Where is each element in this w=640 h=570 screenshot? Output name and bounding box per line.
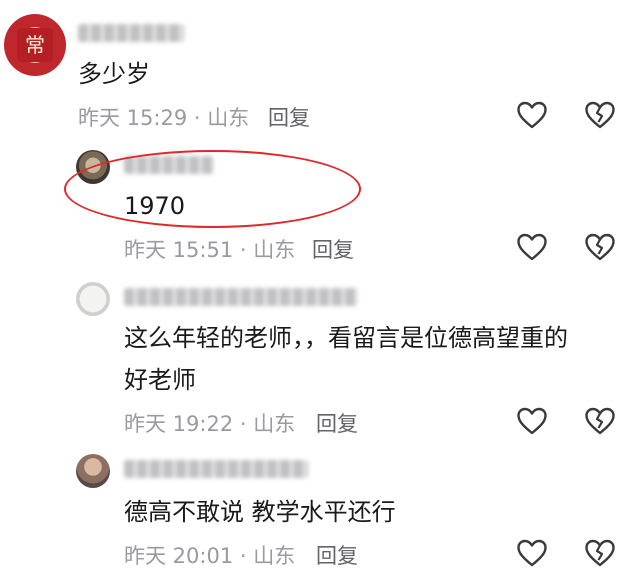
- avatar-logo: 常: [17, 28, 53, 62]
- comment-text-continued: 好老师: [124, 366, 196, 394]
- reply-button[interactable]: 回复: [268, 102, 310, 132]
- comment-meta: 昨天 15:29 · 山东: [78, 106, 250, 130]
- comment-text: 这么年轻的老师，，看留言是位德高望重的: [124, 324, 568, 352]
- avatar[interactable]: 常: [4, 14, 66, 76]
- comment-text: 德高不敢说 教学水平还行: [124, 498, 396, 526]
- username-blurred[interactable]: [78, 24, 184, 42]
- comment-meta: 昨天 15:51 · 山东: [124, 238, 296, 262]
- comment-meta: 昨天 19:22 · 山东: [124, 412, 296, 436]
- heart-icon[interactable]: [516, 232, 548, 262]
- heart-icon[interactable]: [516, 100, 548, 130]
- comment-text: 多少岁: [78, 60, 150, 88]
- avatar[interactable]: [76, 282, 110, 316]
- comment-text: 1970: [124, 192, 186, 220]
- comment-item: 这么年轻的老师，，看留言是位德高望重的 好老师 昨天 19:22 · 山东 回复: [0, 272, 640, 444]
- comment-item: 常 多少岁 昨天 15:29 · 山东 回复: [0, 0, 640, 140]
- comment-meta: 昨天 20:01 · 山东: [124, 544, 296, 568]
- comment-item: 1970 昨天 15:51 · 山东 回复: [0, 140, 640, 270]
- username-blurred[interactable]: [124, 288, 358, 306]
- username-blurred[interactable]: [124, 156, 214, 174]
- comment-item: 德高不敢说 教学水平还行 昨天 20:01 · 山东 回复: [0, 444, 640, 568]
- reply-button[interactable]: 回复: [312, 234, 354, 264]
- username-blurred[interactable]: [124, 460, 308, 478]
- avatar[interactable]: [76, 150, 110, 184]
- broken-heart-icon[interactable]: [584, 100, 616, 130]
- reply-button[interactable]: 回复: [316, 408, 358, 438]
- avatar[interactable]: [76, 454, 110, 488]
- heart-icon[interactable]: [516, 406, 548, 436]
- broken-heart-icon[interactable]: [584, 232, 616, 262]
- broken-heart-icon[interactable]: [584, 406, 616, 436]
- reply-button[interactable]: 回复: [316, 540, 358, 570]
